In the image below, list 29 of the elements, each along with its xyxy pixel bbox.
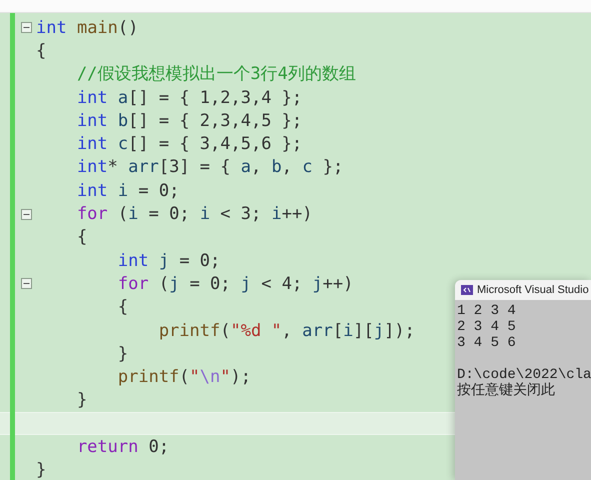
code-line: } bbox=[76, 389, 88, 412]
code-line: printf("\n"); bbox=[116, 366, 252, 388]
console-message-line: 按任意键关闭此 bbox=[457, 383, 555, 399]
code-line: int main() bbox=[36, 16, 138, 39]
console-output-line: 2 3 4 5 bbox=[457, 319, 516, 335]
code-line: printf("%d ", arr[i][j]); bbox=[158, 320, 415, 342]
console-output-line: 1 2 3 4 bbox=[457, 303, 516, 319]
code-line: int j = 0; bbox=[116, 250, 220, 272]
code-line: int i = 0; bbox=[76, 180, 180, 202]
code-line: int* arr[3] = { a, b, c }; bbox=[76, 156, 344, 178]
window-title: Microsoft Visual Studio bbox=[477, 284, 589, 296]
code-line: { bbox=[76, 226, 88, 248]
code-line: { bbox=[36, 40, 46, 62]
console-message-line: D:\code\2022\cla bbox=[457, 367, 591, 383]
code-line: { bbox=[116, 296, 128, 318]
code-line: for (j = 0; j < 4; j++) bbox=[116, 272, 354, 295]
console-output-line: 3 4 5 6 bbox=[457, 335, 516, 351]
code-line: return 0; bbox=[76, 436, 170, 458]
collapse-icon[interactable] bbox=[21, 208, 32, 220]
code-line: for (i = 0; i < 3; i++) bbox=[76, 203, 312, 226]
code-line: int c[] = { 3,4,5,6 }; bbox=[76, 133, 302, 156]
code-line: //假设我想模拟出一个3行4列的数组 bbox=[76, 63, 356, 86]
collapse-icon[interactable] bbox=[21, 22, 32, 34]
code-line: int b[] = { 2,3,4,5 }; bbox=[76, 110, 302, 132]
code-line: } bbox=[116, 342, 128, 365]
console-icon bbox=[461, 285, 473, 295]
code-line: int a[] = { 1,2,3,4 }; bbox=[76, 86, 302, 109]
collapse-icon[interactable] bbox=[21, 278, 32, 290]
code-line: } bbox=[36, 459, 46, 480]
